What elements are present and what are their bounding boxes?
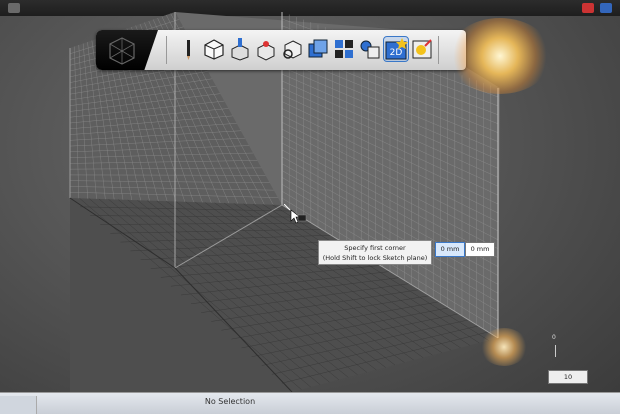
prompt-hint: (Hold Shift to lock Sketch plane) [319, 253, 431, 263]
combine-icon[interactable] [306, 37, 330, 61]
crosshair-cursor-icon [284, 204, 308, 228]
y-coordinate-input[interactable]: 0 mm [465, 242, 495, 257]
pattern-icon[interactable] [332, 37, 356, 61]
sketch-2d-label: 2D [390, 48, 403, 58]
pull-icon[interactable] [254, 37, 278, 61]
material-icon[interactable] [410, 37, 434, 61]
ruler-scale [555, 345, 556, 357]
toolbar-separator [438, 36, 439, 64]
main-toolbar: 2D [96, 30, 466, 70]
toolbar-separator [166, 36, 167, 64]
selection-status: No Selection [0, 397, 460, 406]
status-bar: No Selection [0, 392, 620, 414]
x-coordinate-input[interactable]: 0 mm [435, 242, 465, 257]
group-icon[interactable] [358, 37, 382, 61]
toolbar-logo-cap [96, 30, 158, 70]
3d-viewport[interactable]: 2D Specify first corner (Hold Shift to l… [0, 0, 620, 413]
prompt-instruction: Specify first corner [319, 243, 431, 253]
ruler-zero-label: 0 [552, 334, 556, 341]
sketch-2d-icon[interactable]: 2D [384, 37, 408, 61]
extrude-icon[interactable] [228, 37, 252, 61]
command-prompt-tooltip: Specify first corner (Hold Shift to lock… [318, 240, 432, 265]
app-logo-icon [102, 32, 142, 72]
grid-scale-field[interactable]: 10 [548, 370, 588, 384]
box-primitive-icon[interactable] [202, 37, 226, 61]
tweak-icon[interactable] [280, 37, 304, 61]
pencil-icon[interactable] [176, 37, 200, 61]
